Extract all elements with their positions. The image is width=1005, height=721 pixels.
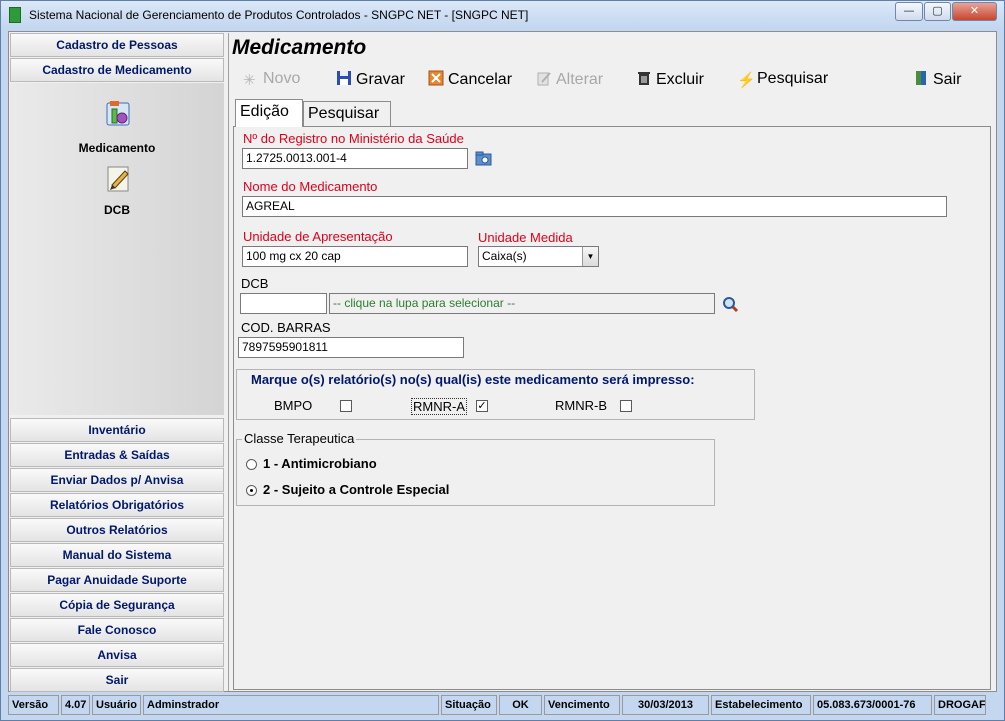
estabelecimento-label: Estabelecimento — [711, 695, 811, 715]
rmnr-b-checkbox[interactable] — [620, 400, 632, 412]
pesquisar-label: Pesquisar — [757, 70, 829, 87]
chevron-down-icon[interactable]: ▼ — [582, 247, 598, 266]
apresentacao-input[interactable]: 100 mg cx 20 cap — [242, 246, 468, 267]
new-icon: ✳ — [243, 72, 256, 89]
gravar-button[interactable]: Gravar — [336, 70, 405, 92]
tab-pesquisar[interactable]: Pesquisar — [303, 101, 391, 127]
folder-search-icon[interactable] — [475, 150, 493, 166]
cnpj-value: 05.083.673/0001-76 — [813, 695, 932, 715]
app-window: Sistema Nacional de Gerenciamento de Pro… — [0, 0, 1005, 721]
sair-button[interactable]: Sair — [913, 70, 961, 92]
title-bar: Sistema Nacional de Gerenciamento de Pro… — [1, 1, 1004, 29]
dcb-label: DCB — [241, 276, 269, 291]
vencimento-label: Vencimento — [544, 695, 620, 715]
relatorios-group: Marque o(s) relatório(s) no(s) qual(is) … — [236, 369, 755, 420]
classe-title: Classe Terapeutica — [242, 431, 357, 446]
medida-select[interactable]: Caixa(s) ▼ — [478, 246, 599, 267]
cancelar-button[interactable]: Cancelar — [428, 70, 512, 92]
gravar-label: Gravar — [356, 71, 405, 88]
novo-label: Novo — [263, 70, 301, 87]
sidebar: Cadastro de Pessoas Cadastro de Medicame… — [10, 33, 224, 692]
sidebar-btn-copia-seguranca[interactable]: Cópia de Segurança — [10, 593, 224, 617]
lightning-icon: ⚡ — [737, 72, 756, 89]
barras-label: COD. BARRAS — [241, 320, 331, 335]
registro-input[interactable]: 1.2725.0013.001-4 — [242, 148, 468, 169]
novo-button[interactable]: ✳ Novo — [243, 70, 300, 92]
usuario-label: Usuário — [92, 695, 141, 715]
status-bar: Versão 4.07 Usuário Adminstrador Situaçã… — [8, 695, 997, 717]
sidebar-btn-pagar-anuidade[interactable]: Pagar Anuidade Suporte — [10, 568, 224, 592]
sair-label: Sair — [933, 71, 962, 88]
save-icon — [337, 71, 351, 85]
sidebar-btn-outros-relatorios[interactable]: Outros Relatórios — [10, 518, 224, 542]
sidebar-btn-anvisa[interactable]: Anvisa — [10, 643, 224, 667]
client-area: Cadastro de Pessoas Cadastro de Medicame… — [8, 31, 997, 692]
dcb-description-field: -- clique na lupa para selecionar -- — [329, 293, 715, 314]
classe-group: Classe Terapeutica 1 - Antimicrobiano 2 … — [236, 431, 715, 506]
toolbar: ✳ Novo Gravar Cancelar Alterar Excluir ⚡P… — [229, 67, 995, 95]
close-button[interactable]: ✕ — [952, 2, 997, 21]
apresentacao-label: Unidade de Apresentação — [243, 229, 393, 244]
magnifier-icon[interactable] — [721, 295, 739, 313]
main-panel: Medicamento ✳ Novo Gravar Cancelar Altera… — [228, 33, 996, 691]
sidebar-btn-entradas-saidas[interactable]: Entradas & Saídas — [10, 443, 224, 467]
sidebar-header-medicamento[interactable]: Cadastro de Medicamento — [10, 58, 224, 82]
sidebar-btn-relatorios-obrigatorios[interactable]: Relatórios Obrigatórios — [10, 493, 224, 517]
dcb-code-input[interactable] — [240, 293, 327, 314]
maximize-button[interactable]: ▢ — [924, 2, 951, 21]
excluir-label: Excluir — [656, 71, 705, 88]
form-area: Nº do Registro no Ministério da Saúde 1.… — [233, 126, 991, 690]
pen-icon[interactable] — [103, 163, 133, 193]
exit-door-icon — [916, 71, 926, 85]
pesquisar-button[interactable]: ⚡Pesquisar — [737, 70, 828, 92]
medida-value: Caixa(s) — [482, 249, 527, 263]
barras-input[interactable]: 7897595901811 — [238, 337, 464, 358]
antimicrobiano-label: 1 - Antimicrobiano — [263, 456, 377, 471]
situacao-value: OK — [499, 695, 542, 715]
bmpo-checkbox[interactable] — [340, 400, 352, 412]
cancel-icon — [428, 70, 444, 86]
rmnr-a-label: RMNR-A — [411, 398, 467, 415]
rmnr-b-label: RMNR-B — [555, 398, 607, 413]
edit-icon — [537, 72, 551, 86]
sidebar-btn-enviar-anvisa[interactable]: Enviar Dados p/ Anvisa — [10, 468, 224, 492]
sidebar-btn-inventario[interactable]: Inventário — [10, 418, 224, 442]
usuario-value: Adminstrador — [143, 695, 439, 715]
alterar-button[interactable]: Alterar — [536, 70, 603, 92]
sidebar-btn-sair[interactable]: Sair — [10, 668, 224, 692]
antimicrobiano-radio[interactable] — [246, 459, 257, 470]
bmpo-label: BMPO — [274, 398, 313, 413]
window-title: Sistema Nacional de Gerenciamento de Pro… — [29, 8, 529, 22]
situacao-label: Situação — [441, 695, 497, 715]
sidebar-btn-manual[interactable]: Manual do Sistema — [10, 543, 224, 567]
sidebar-item-dcb[interactable]: DCB — [10, 203, 224, 217]
controle-especial-radio[interactable] — [246, 485, 257, 496]
cancelar-label: Cancelar — [448, 71, 513, 88]
excluir-button[interactable]: Excluir — [636, 70, 704, 92]
versao-value: 4.07 — [61, 695, 90, 715]
rmnr-a-checkbox[interactable]: ✓ — [476, 400, 488, 412]
relatorios-title: Marque o(s) relatório(s) no(s) qual(is) … — [249, 372, 697, 387]
controle-especial-label: 2 - Sujeito a Controle Especial — [263, 482, 450, 497]
registro-label: Nº do Registro no Ministério da Saúde — [243, 131, 464, 146]
page-title: Medicamento — [232, 36, 367, 59]
sidebar-panel: Medicamento DCB ▼ — [10, 83, 224, 464]
nome-input[interactable]: AGREAL — [242, 196, 947, 217]
medicine-icon[interactable] — [103, 99, 133, 129]
medida-label: Unidade Medida — [478, 230, 573, 245]
vencimento-value: 30/03/2013 — [622, 695, 709, 715]
versao-label: Versão — [8, 695, 59, 715]
minimize-button[interactable]: — — [895, 2, 923, 21]
alterar-label: Alterar — [556, 71, 604, 88]
estabelecimento-value: DROGAF — [934, 695, 986, 715]
app-icon — [9, 7, 21, 23]
sidebar-btn-fale-conosco[interactable]: Fale Conosco — [10, 618, 224, 642]
nome-label: Nome do Medicamento — [243, 179, 378, 194]
sidebar-item-medicamento[interactable]: Medicamento — [10, 141, 224, 155]
sidebar-header-pessoas[interactable]: Cadastro de Pessoas — [10, 33, 224, 57]
tab-edicao[interactable]: Edição — [235, 99, 303, 127]
trash-icon — [638, 72, 650, 85]
